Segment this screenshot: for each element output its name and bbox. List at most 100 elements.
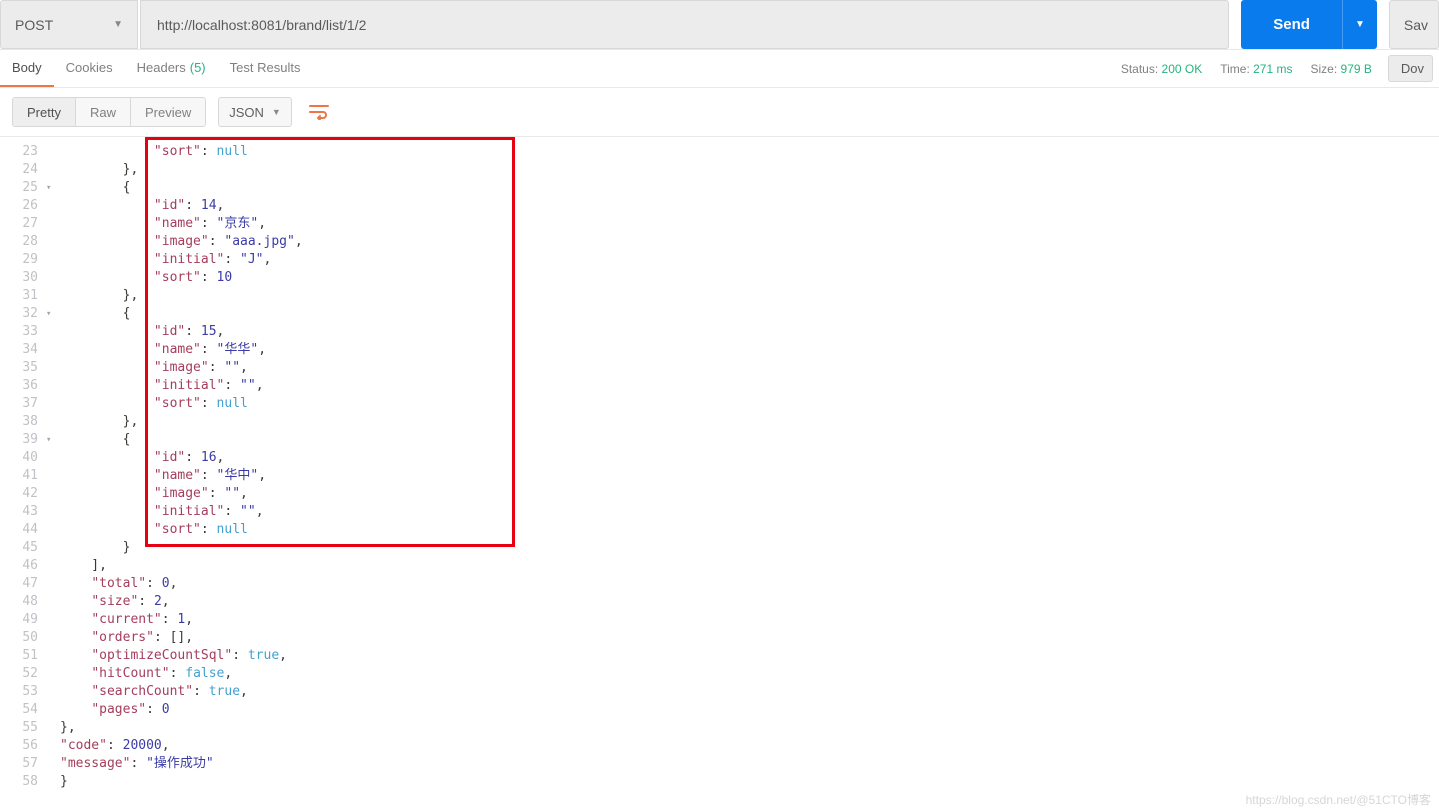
code-text: },: [60, 161, 138, 179]
tab-cookies[interactable]: Cookies: [54, 50, 125, 87]
code-line: 54 "pages": 0: [0, 701, 1439, 719]
code-line: 45 }: [0, 539, 1439, 557]
tab-headers[interactable]: Headers (5): [125, 50, 218, 87]
line-number: 35: [0, 359, 46, 377]
response-tabs: Body Cookies Headers (5) Test Results: [0, 50, 312, 87]
code-line: 27 "name": "京东",: [0, 215, 1439, 233]
line-number: 53: [0, 683, 46, 701]
line-number: 24: [0, 161, 46, 179]
tab-test-results[interactable]: Test Results: [218, 50, 313, 87]
code-line: 50 "orders": [],: [0, 629, 1439, 647]
response-body[interactable]: 23 "sort": null24 },25▾ {26 "id": 14,27 …: [0, 136, 1439, 810]
code-line: 25▾ {: [0, 179, 1439, 197]
url-input[interactable]: http://localhost:8081/brand/list/1/2: [140, 0, 1229, 49]
code-text: "message": "操作成功": [60, 755, 214, 773]
code-line: 51 "optimizeCountSql": true,: [0, 647, 1439, 665]
code-text: "image": "",: [60, 359, 248, 377]
code-text: "initial": "",: [60, 377, 264, 395]
line-number: 25: [0, 179, 46, 197]
fold-toggle: [46, 521, 60, 539]
time-group: Time: 271 ms: [1220, 62, 1292, 76]
fold-toggle: [46, 143, 60, 161]
fold-toggle[interactable]: ▾: [46, 179, 60, 197]
code-text: "initial": "J",: [60, 251, 271, 269]
code-text: "orders": [],: [60, 629, 193, 647]
code-text: }: [60, 539, 130, 557]
code-line: 33 "id": 15,: [0, 323, 1439, 341]
code-line: 23 "sort": null: [0, 143, 1439, 161]
wrap-lines-icon[interactable]: [304, 97, 334, 127]
line-number: 36: [0, 377, 46, 395]
send-dropdown-button[interactable]: ▼: [1342, 0, 1377, 49]
fold-toggle: [46, 341, 60, 359]
fold-toggle: [46, 665, 60, 683]
view-pretty[interactable]: Pretty: [13, 98, 76, 126]
code-line: 35 "image": "",: [0, 359, 1439, 377]
fold-toggle: [46, 683, 60, 701]
code-line: 52 "hitCount": false,: [0, 665, 1439, 683]
fold-toggle[interactable]: ▾: [46, 431, 60, 449]
line-number: 27: [0, 215, 46, 233]
code-text: "id": 14,: [60, 197, 224, 215]
fold-toggle[interactable]: ▾: [46, 305, 60, 323]
fold-toggle: [46, 647, 60, 665]
view-preview[interactable]: Preview: [131, 98, 205, 126]
method-select[interactable]: POST ▼: [0, 0, 138, 49]
line-number: 38: [0, 413, 46, 431]
code-lines: 23 "sort": null24 },25▾ {26 "id": 14,27 …: [0, 137, 1439, 797]
code-text: "sort": null: [60, 521, 248, 539]
download-button[interactable]: Dov: [1388, 55, 1433, 82]
code-text: "name": "华华",: [60, 341, 266, 359]
code-line: 29 "initial": "J",: [0, 251, 1439, 269]
line-number: 50: [0, 629, 46, 647]
tab-body[interactable]: Body: [0, 50, 54, 87]
line-number: 34: [0, 341, 46, 359]
line-number: 26: [0, 197, 46, 215]
line-number: 30: [0, 269, 46, 287]
code-text: "image": "",: [60, 485, 248, 503]
chevron-down-icon: ▼: [272, 107, 281, 117]
code-text: "name": "华中",: [60, 467, 266, 485]
send-group: Send ▼: [1241, 0, 1377, 49]
code-text: {: [60, 431, 130, 449]
code-text: "current": 1,: [60, 611, 193, 629]
line-number: 40: [0, 449, 46, 467]
code-line: 53 "searchCount": true,: [0, 683, 1439, 701]
code-line: 43 "initial": "",: [0, 503, 1439, 521]
headers-count: (5): [190, 60, 206, 75]
fold-toggle: [46, 323, 60, 341]
code-line: 58}: [0, 773, 1439, 791]
fold-toggle: [46, 413, 60, 431]
fold-toggle: [46, 467, 60, 485]
format-select[interactable]: JSON ▼: [218, 97, 292, 127]
code-text: "code": 20000,: [60, 737, 170, 755]
code-text: "size": 2,: [60, 593, 170, 611]
code-text: "image": "aaa.jpg",: [60, 233, 303, 251]
fold-toggle: [46, 593, 60, 611]
code-text: "total": 0,: [60, 575, 177, 593]
line-number: 29: [0, 251, 46, 269]
fold-toggle: [46, 287, 60, 305]
code-text: "name": "京东",: [60, 215, 266, 233]
fold-toggle: [46, 575, 60, 593]
line-number: 49: [0, 611, 46, 629]
status-value: 200 OK: [1162, 62, 1203, 76]
line-number: 37: [0, 395, 46, 413]
code-line: 37 "sort": null: [0, 395, 1439, 413]
line-number: 41: [0, 467, 46, 485]
code-line: 57 "message": "操作成功": [0, 755, 1439, 773]
view-raw[interactable]: Raw: [76, 98, 131, 126]
fold-toggle: [46, 215, 60, 233]
code-text: "sort": null: [60, 143, 248, 161]
code-line: 28 "image": "aaa.jpg",: [0, 233, 1439, 251]
status-group: Status: 200 OK: [1121, 62, 1202, 76]
code-line: 31 },: [0, 287, 1439, 305]
viewer-controls: Pretty Raw Preview JSON ▼: [0, 88, 1439, 130]
fold-toggle: [46, 485, 60, 503]
fold-toggle: [46, 719, 60, 737]
fold-toggle: [46, 377, 60, 395]
send-button[interactable]: Send: [1241, 0, 1342, 49]
line-number: 57: [0, 755, 46, 773]
code-text: },: [60, 413, 138, 431]
save-button[interactable]: Sav: [1389, 0, 1439, 49]
